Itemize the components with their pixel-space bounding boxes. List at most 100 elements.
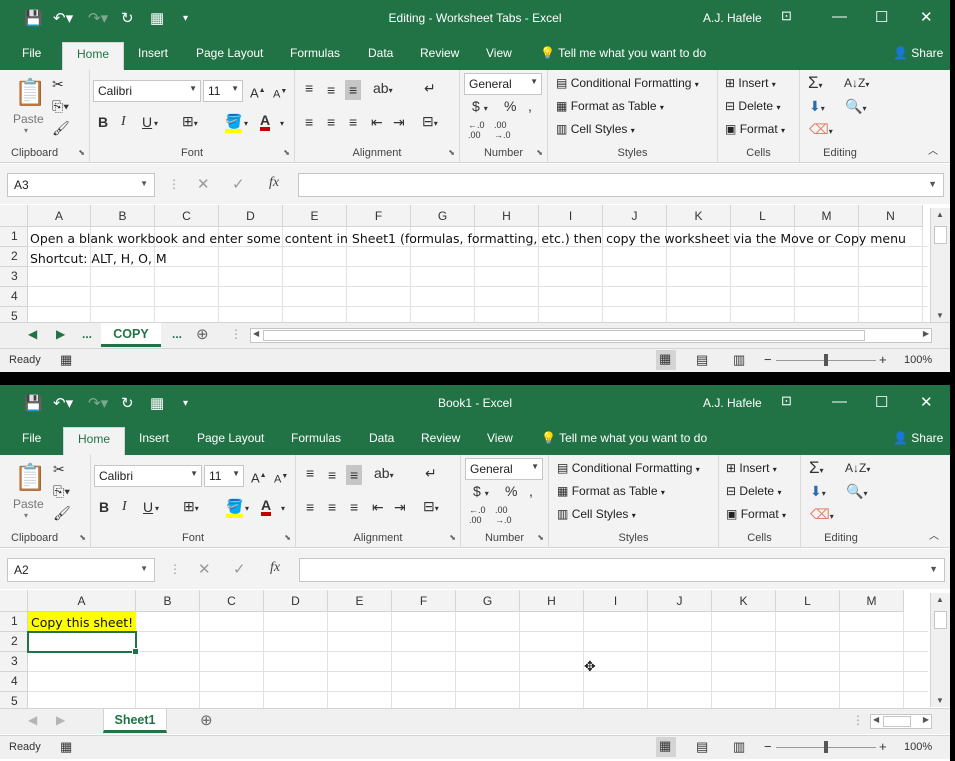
- cell-a1[interactable]: Copy this sheet!: [31, 615, 133, 630]
- fill-icon[interactable]: ⬇▾: [809, 98, 825, 117]
- underline-dropdown-icon[interactable]: ▾: [154, 116, 158, 132]
- conditional-formatting-button[interactable]: ▤ Conditional Formatting ▾: [557, 461, 700, 475]
- bold-button[interactable]: B: [98, 114, 108, 130]
- alignment-launcher-icon[interactable]: ⬊: [449, 533, 456, 542]
- fill-color-icon[interactable]: 🪣: [226, 498, 244, 518]
- decrease-decimal-icon[interactable]: .00 →.0: [495, 505, 512, 525]
- format-as-table-button[interactable]: ▦ Format as Table ▾: [557, 484, 665, 498]
- font-color-icon[interactable]: A: [261, 498, 272, 516]
- zoom-in-icon[interactable]: +: [879, 739, 887, 754]
- align-middle-icon[interactable]: ≡: [327, 82, 335, 98]
- more-sheets-left[interactable]: ...: [82, 327, 92, 341]
- confirm-entry-icon[interactable]: ✓: [232, 175, 245, 193]
- sheet-tab-copy[interactable]: COPY: [101, 323, 161, 347]
- column-header-e[interactable]: E: [283, 205, 347, 227]
- next-sheet-icon[interactable]: ▶: [56, 327, 65, 341]
- column-header-i[interactable]: I: [539, 205, 603, 227]
- prev-sheet-icon[interactable]: ◀: [28, 713, 37, 727]
- name-box[interactable]: A3 ▼: [7, 173, 155, 197]
- collapse-ribbon-icon[interactable]: ︿: [929, 529, 939, 545]
- percent-icon[interactable]: %: [504, 98, 516, 114]
- row-header-3[interactable]: 3: [0, 267, 28, 287]
- column-header-m[interactable]: M: [795, 205, 859, 227]
- zoom-out-icon[interactable]: −: [764, 352, 772, 367]
- number-format-combo[interactable]: General ▼: [465, 458, 543, 480]
- column-header-e[interactable]: E: [328, 590, 392, 612]
- decrease-indent-icon[interactable]: ⇤: [372, 499, 384, 515]
- column-header-a[interactable]: A: [28, 205, 91, 227]
- increase-decimal-icon[interactable]: ←.0.00: [468, 120, 485, 140]
- tab-review[interactable]: Review: [421, 431, 460, 445]
- merge-center-icon[interactable]: ⊟▾: [423, 498, 439, 517]
- scroll-up-icon[interactable]: ▲: [936, 595, 944, 604]
- orientation-icon[interactable]: ab▾: [374, 465, 394, 484]
- tab-page-layout[interactable]: Page Layout: [196, 46, 263, 60]
- next-sheet-icon[interactable]: ▶: [56, 713, 65, 727]
- horizontal-thumb[interactable]: [883, 716, 911, 727]
- sort-filter-icon[interactable]: A↓Z▾: [845, 460, 870, 478]
- splitter-icon[interactable]: ⋮: [230, 327, 242, 341]
- macro-record-icon[interactable]: ▦: [60, 739, 72, 755]
- row-header-4[interactable]: 4: [0, 287, 28, 307]
- paste-dropdown-icon[interactable]: ▾: [24, 511, 28, 520]
- scroll-right-icon[interactable]: ▶: [923, 329, 929, 338]
- chevron-down-icon[interactable]: ▼: [928, 179, 937, 189]
- find-select-icon[interactable]: 🔍▾: [846, 483, 867, 502]
- grow-font-icon[interactable]: A▲: [251, 468, 267, 486]
- scroll-thumb[interactable]: [934, 226, 947, 244]
- copy-icon[interactable]: ⎘▾: [52, 98, 69, 114]
- row-header-4[interactable]: 4: [0, 672, 28, 692]
- currency-icon[interactable]: $ ▾: [473, 483, 489, 502]
- cell-a1[interactable]: Open a blank workbook and enter some con…: [30, 231, 906, 246]
- scroll-down-icon[interactable]: ▼: [936, 311, 944, 320]
- column-header-j[interactable]: J: [648, 590, 712, 612]
- column-header-g[interactable]: G: [411, 205, 475, 227]
- cell-a2[interactable]: Shortcut: ALT, H, O, M: [30, 251, 167, 266]
- scroll-up-icon[interactable]: ▲: [936, 210, 944, 219]
- font-size-combo[interactable]: 11 ▼: [203, 80, 243, 102]
- cancel-entry-icon[interactable]: ✕: [198, 560, 211, 578]
- page-break-view-icon[interactable]: ▥: [733, 352, 745, 368]
- cell-styles-button[interactable]: ▥ Cell Styles ▾: [557, 507, 636, 521]
- orientation-icon[interactable]: ab▾: [373, 80, 393, 99]
- column-header-l[interactable]: L: [731, 205, 795, 227]
- column-header-d[interactable]: D: [264, 590, 328, 612]
- paste-icon[interactable]: 📋: [14, 463, 46, 491]
- tab-data[interactable]: Data: [369, 431, 394, 445]
- tab-page-layout[interactable]: Page Layout: [197, 431, 264, 445]
- column-header-a[interactable]: A: [28, 590, 136, 612]
- font-launcher-icon[interactable]: ⬊: [283, 148, 290, 157]
- format-painter-icon[interactable]: 🖌: [53, 505, 71, 521]
- font-size-combo[interactable]: 11 ▼: [204, 465, 244, 487]
- tab-file[interactable]: File: [22, 431, 41, 445]
- maximize-icon[interactable]: ☐: [875, 8, 888, 26]
- clipboard-launcher-icon[interactable]: ⬊: [79, 533, 86, 542]
- percent-icon[interactable]: %: [505, 483, 517, 499]
- format-cells-button[interactable]: ▣ Format ▾: [726, 507, 786, 521]
- scroll-down-icon[interactable]: ▼: [936, 696, 944, 705]
- shrink-font-icon[interactable]: A▼: [274, 469, 288, 488]
- delete-cells-button[interactable]: ⊟ Delete ▾: [726, 484, 781, 498]
- cut-icon[interactable]: ✂: [52, 76, 64, 92]
- increase-decimal-icon[interactable]: ←.0.00: [469, 505, 486, 525]
- tab-review[interactable]: Review: [420, 46, 459, 60]
- select-all-corner[interactable]: [0, 590, 28, 612]
- column-header-n[interactable]: N: [859, 205, 923, 227]
- prev-sheet-icon[interactable]: ◀: [28, 327, 37, 341]
- splitter-icon[interactable]: ⋮: [852, 713, 864, 727]
- align-right-icon[interactable]: ≡: [349, 114, 357, 130]
- zoom-level[interactable]: 100%: [904, 741, 932, 753]
- horizontal-scrollbar[interactable]: ◀ ▶: [870, 714, 932, 729]
- currency-icon[interactable]: $ ▾: [472, 98, 488, 117]
- fill-dropdown-icon[interactable]: ▾: [244, 116, 248, 132]
- macro-record-icon[interactable]: ▦: [60, 352, 72, 368]
- tab-insert[interactable]: Insert: [139, 431, 169, 445]
- column-header-h[interactable]: H: [520, 590, 584, 612]
- scroll-right-icon[interactable]: ▶: [923, 715, 929, 724]
- zoom-level[interactable]: 100%: [904, 354, 932, 366]
- scroll-thumb[interactable]: [934, 611, 947, 629]
- confirm-entry-icon[interactable]: ✓: [233, 560, 246, 578]
- new-sheet-icon[interactable]: ⊕: [196, 325, 209, 343]
- font-color-dropdown-icon[interactable]: ▾: [281, 501, 285, 517]
- maximize-icon[interactable]: ☐: [875, 393, 888, 411]
